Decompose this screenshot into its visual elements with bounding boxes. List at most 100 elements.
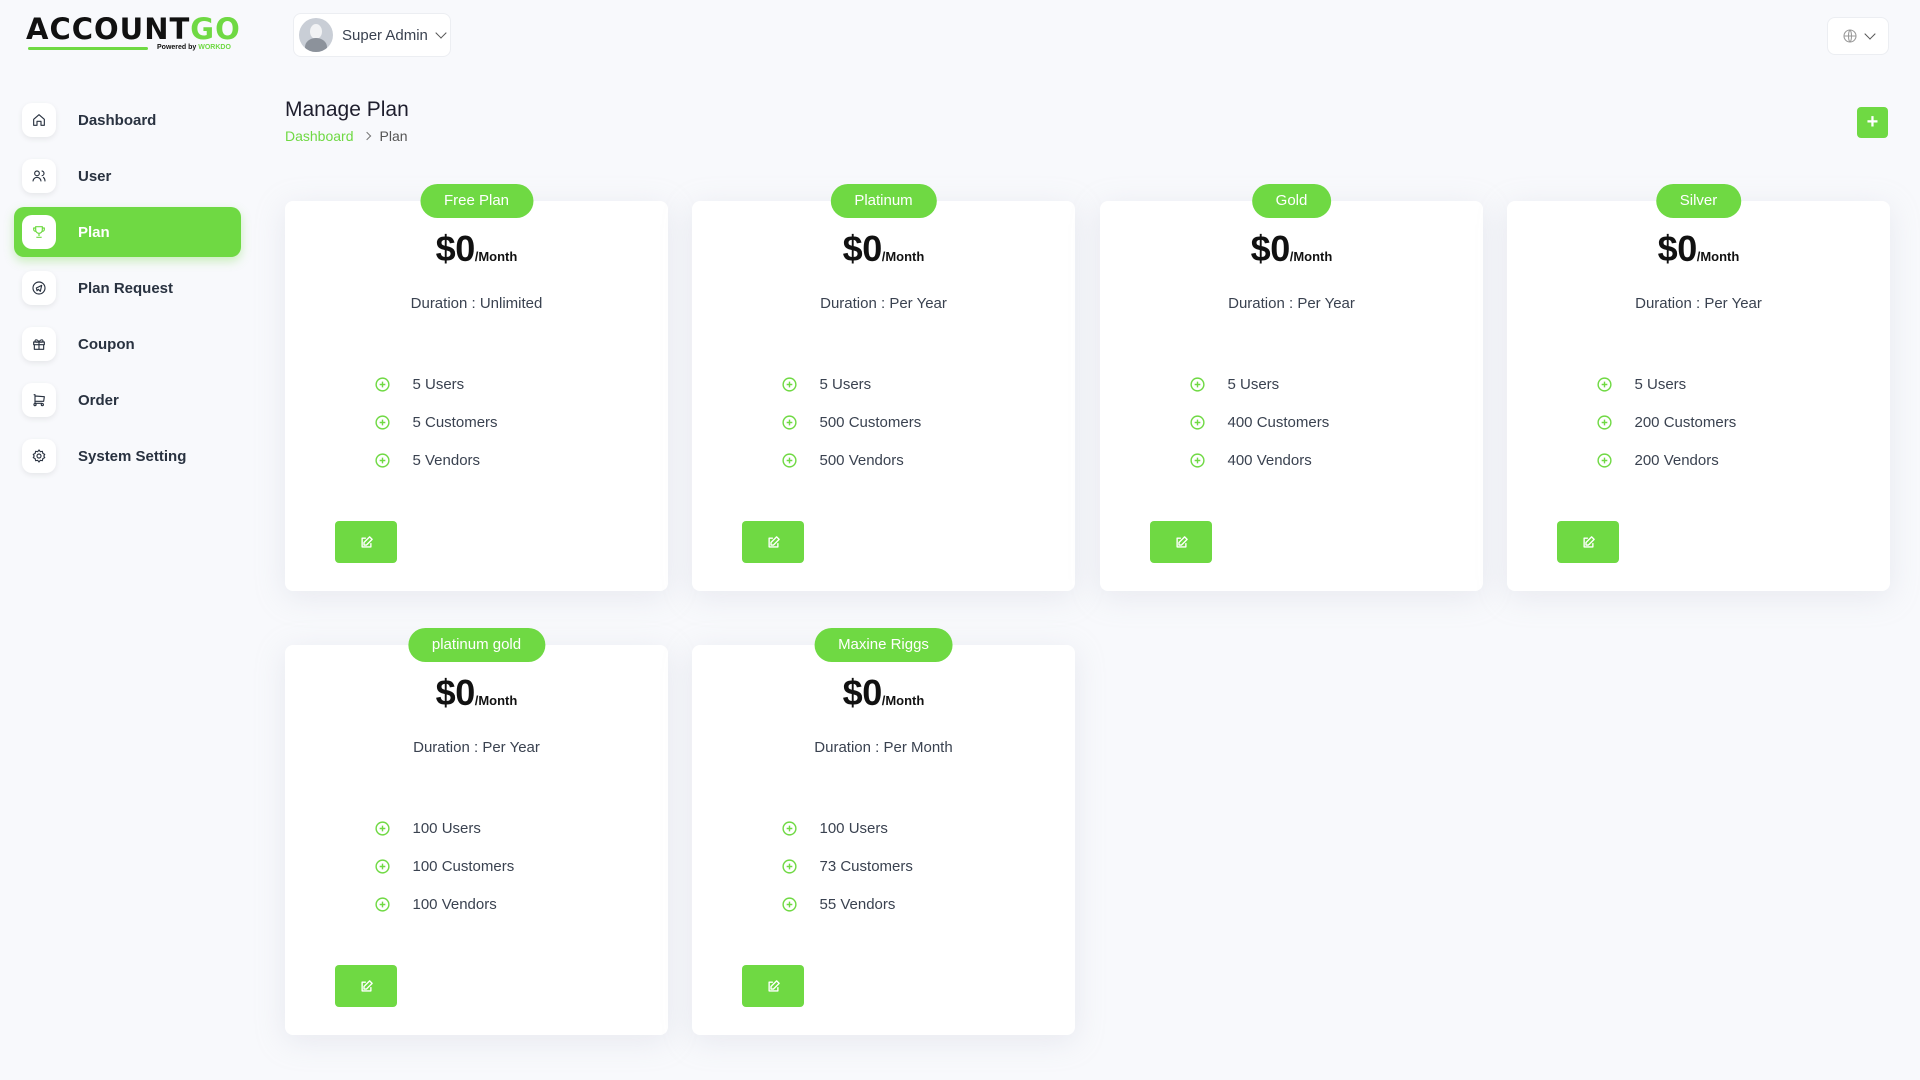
plan-feature-item: 5 Users <box>781 365 949 403</box>
plan-price-period: /Month <box>474 693 518 708</box>
plan-name-badge: Free Plan <box>419 184 534 218</box>
sidebar-item-coupon[interactable]: Coupon <box>14 319 241 369</box>
circle-plus-icon <box>1596 376 1612 392</box>
page-title: Manage Plan <box>285 98 409 121</box>
plan-duration: Duration : Per Year <box>1228 295 1355 312</box>
edit-icon <box>1582 535 1595 548</box>
logo-underline <box>28 47 148 50</box>
chevron-right-icon <box>362 131 371 141</box>
plan-name-badge: Silver <box>1655 184 1742 218</box>
edit-plan-button[interactable] <box>1557 521 1619 563</box>
gift-icon <box>22 327 56 361</box>
add-plan-button[interactable]: + <box>1857 107 1888 138</box>
plan-features: 100 Users 100 Customers 100 Vendors <box>285 809 668 923</box>
circle-plus-icon <box>781 896 797 912</box>
sidebar-item-order[interactable]: Order <box>14 375 241 425</box>
plan-name-badge: Maxine Riggs <box>814 628 953 662</box>
plan-name-badge: Platinum <box>830 184 937 218</box>
circle-plus-icon <box>1189 376 1205 392</box>
plan-feature-item: 5 Customers <box>374 403 542 441</box>
edit-icon <box>767 979 780 992</box>
sidebar-item-label: Dashboard <box>78 111 157 129</box>
settings-icon <box>22 439 56 473</box>
plan-feature-item: 100 Users <box>374 809 542 847</box>
plan-name-badge: Gold <box>1251 184 1332 218</box>
plan-feature-item: 400 Customers <box>1189 403 1357 441</box>
sidebar-item-plan-request[interactable]: Plan Request <box>14 263 241 313</box>
edit-icon <box>1175 535 1188 548</box>
edit-plan-button[interactable] <box>742 521 804 563</box>
circle-plus-icon <box>781 858 797 874</box>
plan-name-badge: platinum gold <box>407 628 546 662</box>
plan-duration: Duration : Per Month <box>814 739 953 756</box>
plan-feature-item: 5 Users <box>1189 365 1357 403</box>
edit-plan-button[interactable] <box>335 965 397 1007</box>
circle-plus-icon <box>374 414 390 430</box>
sidebar-nav: Dashboard User Plan Plan Request Coupon … <box>14 95 241 487</box>
plan-price-period: /Month <box>1696 249 1740 264</box>
cart-icon <box>22 383 56 417</box>
plan-duration: Duration : Per Year <box>413 739 540 756</box>
chevron-down-icon <box>1864 28 1876 40</box>
sidebar-item-label: Plan <box>78 223 110 241</box>
circle-plus-icon <box>1596 452 1612 468</box>
plan-price-period: /Month <box>881 249 925 264</box>
sidebar-item-label: Coupon <box>78 335 135 353</box>
circle-plus-icon <box>1189 414 1205 430</box>
plan-price-amount: $0 <box>435 672 476 713</box>
circle-plus-icon <box>374 896 390 912</box>
sidebar-item-plan[interactable]: Plan <box>14 207 241 257</box>
edit-icon <box>767 535 780 548</box>
app-logo[interactable]: ACCOUNTGO Powered by WORKDO <box>26 12 241 56</box>
circle-plus-icon <box>374 452 390 468</box>
plan-price: $0/Month <box>692 228 1075 270</box>
sidebar-item-dashboard[interactable]: Dashboard <box>14 95 241 145</box>
plan-feature-item: 73 Customers <box>781 847 949 885</box>
edit-plan-button[interactable] <box>335 521 397 563</box>
plan-price: $0/Month <box>285 672 668 714</box>
plan-features: 5 Users 400 Customers 400 Vendors <box>1100 365 1483 479</box>
plan-feature-item: 200 Customers <box>1596 403 1764 441</box>
plan-feature-item: 500 Vendors <box>781 441 949 479</box>
trophy-icon <box>22 215 56 249</box>
plan-feature-item: 5 Vendors <box>374 441 542 479</box>
user-avatar <box>299 18 333 52</box>
language-selector[interactable] <box>1827 17 1889 55</box>
plan-price: $0/Month <box>1507 228 1890 270</box>
edit-plan-button[interactable] <box>1150 521 1212 563</box>
breadcrumb-home-link[interactable]: Dashboard <box>285 128 354 144</box>
plan-feature-item: 500 Customers <box>781 403 949 441</box>
edit-icon <box>360 535 373 548</box>
home-icon <box>22 103 56 137</box>
circle-plus-icon <box>781 414 797 430</box>
sidebar-item-label: User <box>78 167 112 185</box>
plan-price-amount: $0 <box>435 228 476 269</box>
plan-card: Free Plan $0/Month Duration : Unlimited … <box>285 184 668 591</box>
sidebar-item-user[interactable]: User <box>14 151 241 201</box>
users-icon <box>22 159 56 193</box>
plan-price-amount: $0 <box>842 672 883 713</box>
user-name: Super Admin <box>342 26 428 44</box>
circle-plus-icon <box>374 820 390 836</box>
plan-price-period: /Month <box>1289 249 1333 264</box>
edit-plan-button[interactable] <box>742 965 804 1007</box>
user-menu-button[interactable]: Super Admin <box>293 13 451 57</box>
plan-card: platinum gold $0/Month Duration : Per Ye… <box>285 628 668 1035</box>
circle-plus-icon <box>1189 452 1205 468</box>
sidebar-item-system-setting[interactable]: System Setting <box>14 431 241 481</box>
circle-plus-icon <box>781 452 797 468</box>
plan-features: 100 Users 73 Customers 55 Vendors <box>692 809 1075 923</box>
plan-feature-item: 55 Vendors <box>781 885 949 923</box>
plan-card: Platinum $0/Month Duration : Per Year 5 … <box>692 184 1075 591</box>
plan-price: $0/Month <box>692 672 1075 714</box>
plan-duration: Duration : Unlimited <box>410 295 543 312</box>
plan-card: Silver $0/Month Duration : Per Year 5 Us… <box>1507 184 1890 591</box>
plan-price-amount: $0 <box>1250 228 1291 269</box>
plan-feature-item: 400 Vendors <box>1189 441 1357 479</box>
logo-wordmark: ACCOUNTGO <box>26 12 241 46</box>
chevron-down-icon <box>435 27 447 39</box>
plan-price: $0/Month <box>285 228 668 270</box>
breadcrumb-current: Plan <box>379 128 408 144</box>
plan-price-period: /Month <box>881 693 925 708</box>
plan-feature-item: 100 Vendors <box>374 885 542 923</box>
